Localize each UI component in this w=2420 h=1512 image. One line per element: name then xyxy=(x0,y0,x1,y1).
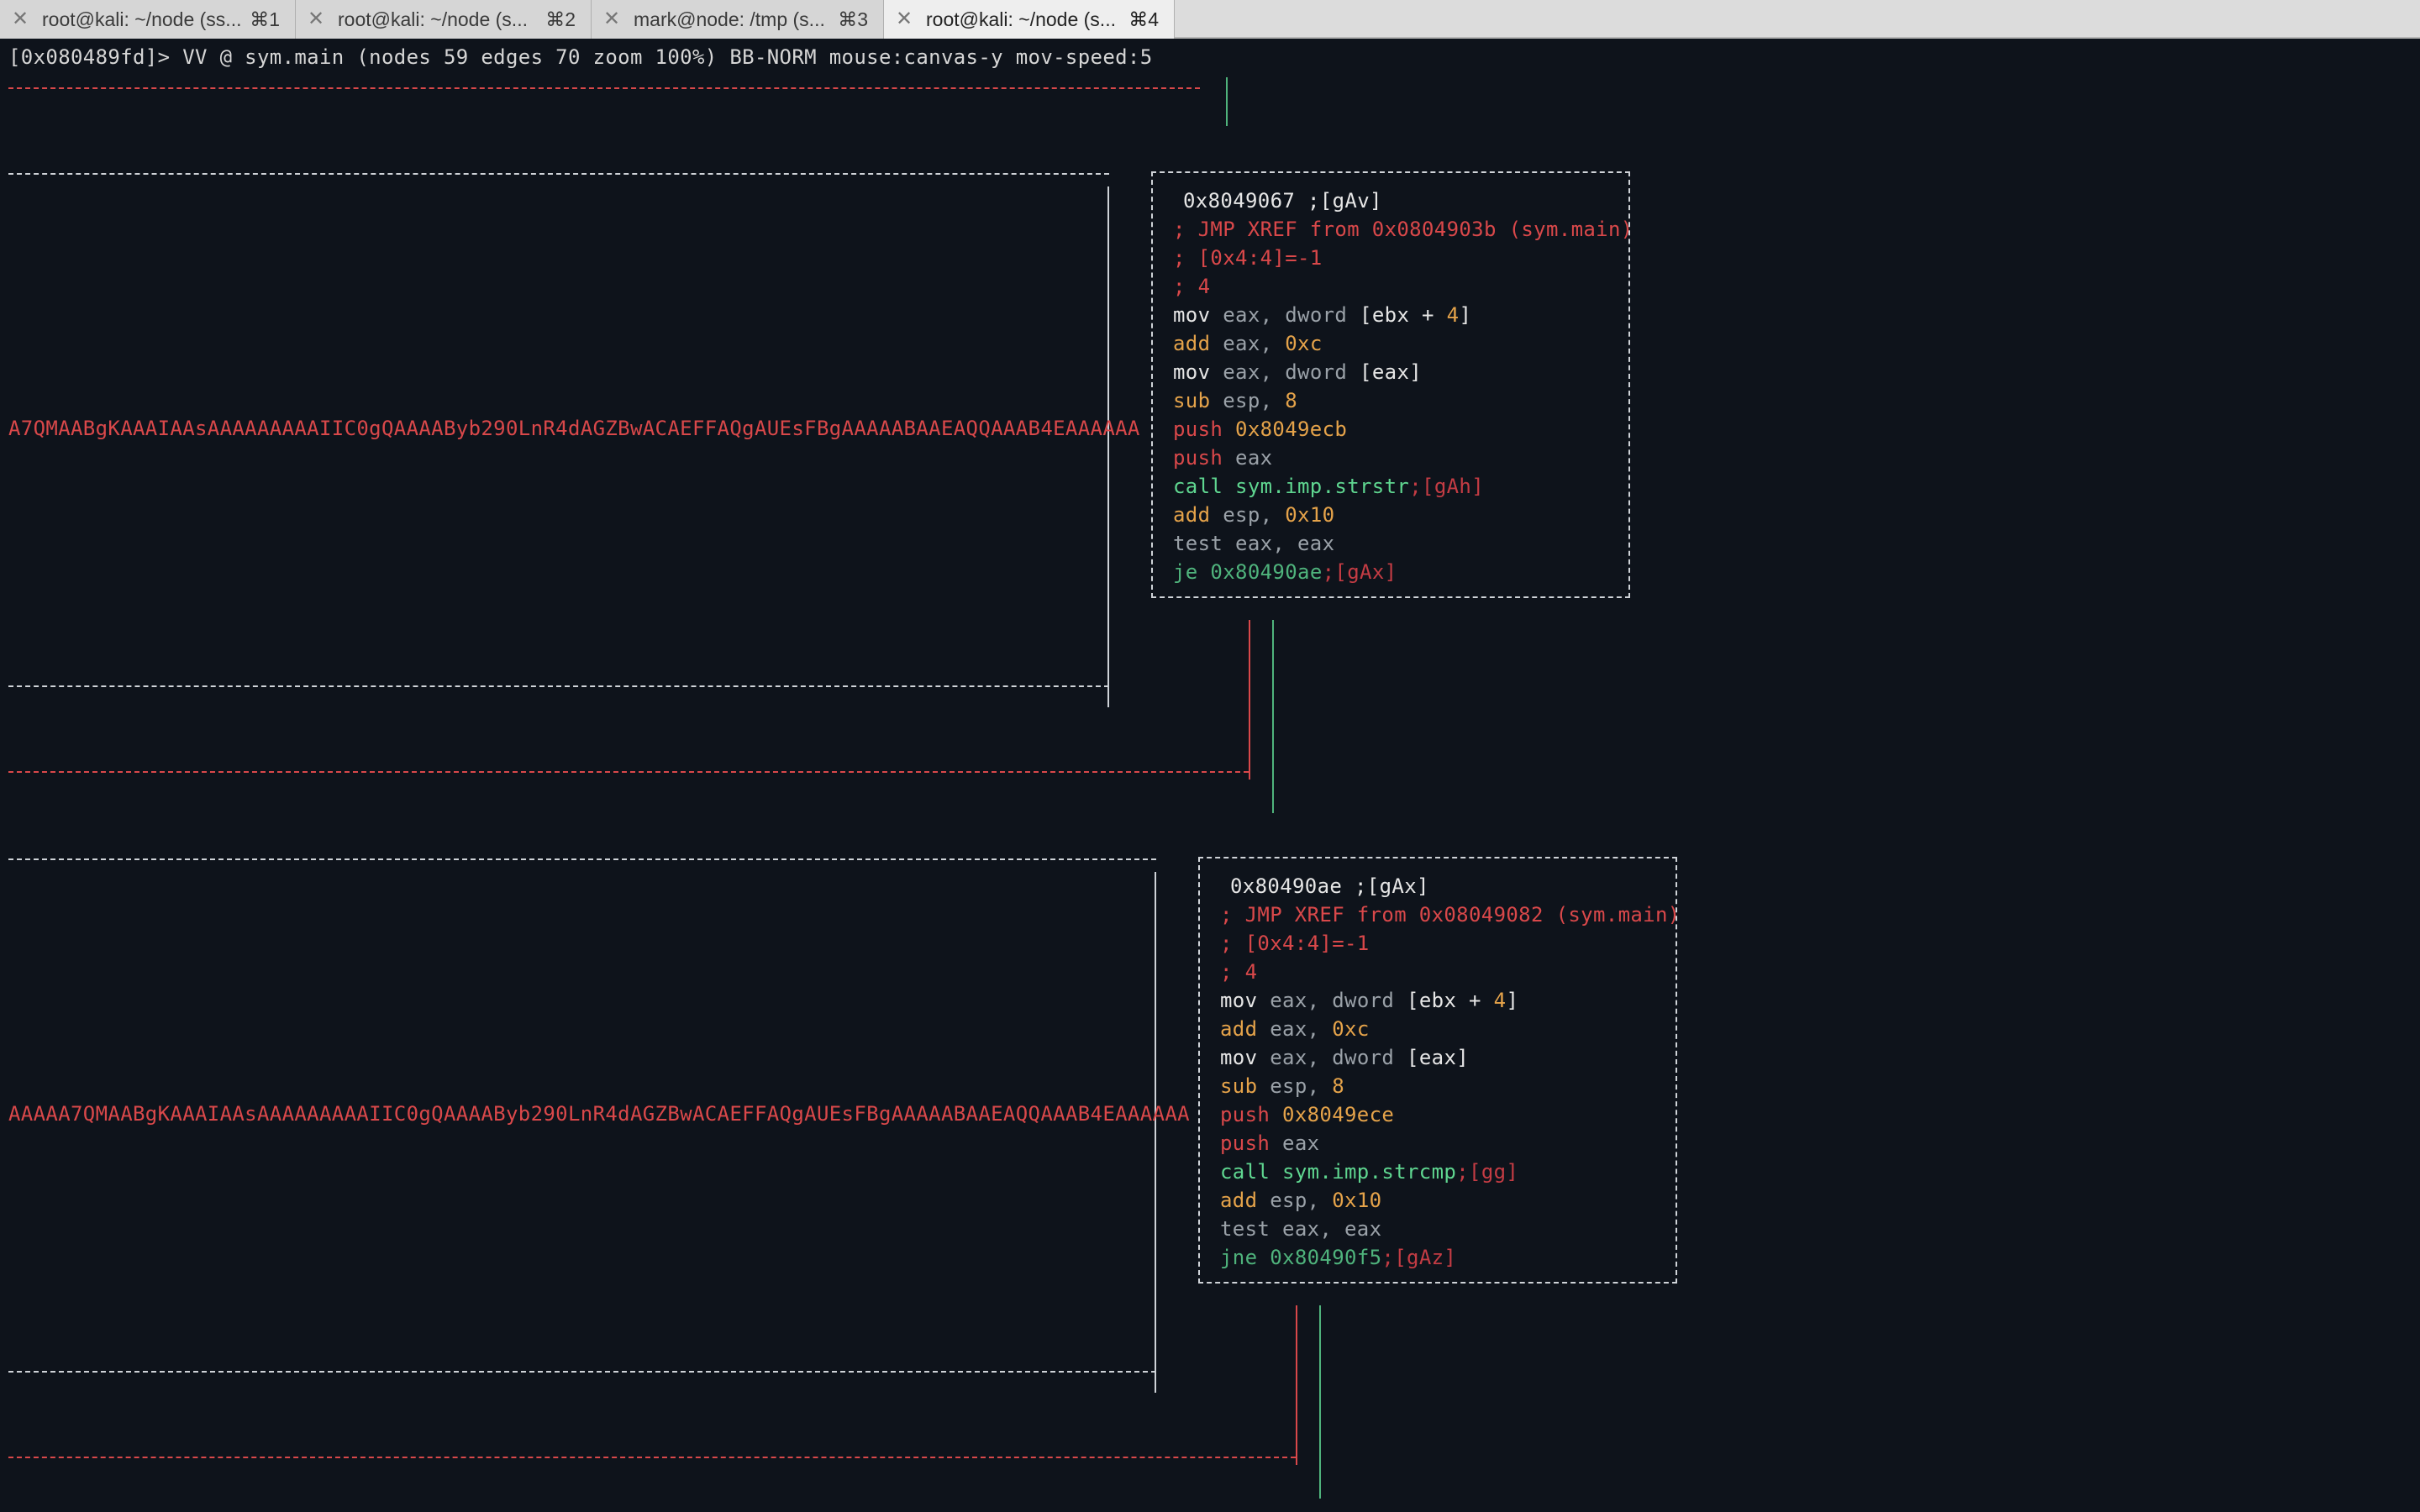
edge-red xyxy=(8,1457,1296,1458)
instruction: push 0x8049ece xyxy=(1220,1103,1395,1126)
instruction: mov eax, dword [ebx + 4] xyxy=(1173,303,1472,327)
instruction: call sym.imp.strcmp;[gg] xyxy=(1220,1160,1519,1184)
instruction: mov eax, dword [eax] xyxy=(1220,1046,1470,1069)
edge-green xyxy=(1319,1305,1321,1499)
close-icon[interactable]: ✕ xyxy=(308,0,324,39)
instruction: push 0x8049ecb xyxy=(1173,417,1348,441)
instruction: push eax xyxy=(1173,446,1273,470)
edge-green xyxy=(1272,620,1274,813)
node-string-1[interactable]: A7QMAABgKAAAIAAsAAAAAAAAAIIC0gQAAAAByb29… xyxy=(8,414,1140,443)
instruction: mov eax, dword [eax] xyxy=(1173,360,1423,384)
instruction: add esp, 0x10 xyxy=(1220,1189,1382,1212)
tab-shortcut: ⌘1 xyxy=(250,8,280,30)
status-line: [0x080489fd]> VV @ sym.main (nodes 59 ed… xyxy=(8,45,1153,69)
block-address: 0x80490ae ;[gAx] xyxy=(1230,874,1429,898)
instruction: test eax, eax xyxy=(1173,532,1335,555)
block-comment: ; [0x4:4]=-1 xyxy=(1220,932,1370,955)
block-comment: ; [0x4:4]=-1 xyxy=(1173,246,1323,270)
instruction: test eax, eax xyxy=(1220,1217,1382,1241)
block-comment: ; 4 xyxy=(1173,275,1211,298)
node-border xyxy=(8,173,1109,175)
tab-label: root@kali: ~/node (s... xyxy=(338,8,528,30)
tab-shortcut: ⌘4 xyxy=(1128,8,1159,30)
tab-1[interactable]: ✕ root@kali: ~/node (ss... ⌘1 xyxy=(0,0,296,39)
instruction: sub esp, 8 xyxy=(1173,389,1298,412)
instruction: jne 0x80490f5;[gAz] xyxy=(1220,1246,1457,1269)
terminal-canvas[interactable]: [0x080489fd]> VV @ sym.main (nodes 59 ed… xyxy=(0,39,2420,1512)
instruction: mov eax, dword [ebx + 4] xyxy=(1220,989,1519,1012)
tab-shortcut: ⌘3 xyxy=(838,8,868,30)
tab-label: root@kali: ~/node (s... xyxy=(926,8,1116,30)
tab-4[interactable]: ✕ root@kali: ~/node (s... ⌘4 xyxy=(884,0,1175,39)
node-border xyxy=(1155,872,1156,1393)
tab-shortcut: ⌘2 xyxy=(545,8,576,30)
instruction: add eax, 0xc xyxy=(1173,332,1323,355)
tab-label: mark@node: /tmp (s... xyxy=(634,8,825,30)
block-xref: ; JMP XREF from 0x08049082 (sym.main) xyxy=(1220,903,1681,927)
instruction: add esp, 0x10 xyxy=(1173,503,1335,527)
edge-red xyxy=(8,87,1200,89)
tab-label: root@kali: ~/node (ss... xyxy=(42,8,242,30)
edge-red xyxy=(8,771,1249,773)
close-icon[interactable]: ✕ xyxy=(896,0,913,39)
instruction: push eax xyxy=(1220,1131,1320,1155)
instruction: je 0x80490ae;[gAx] xyxy=(1173,560,1397,584)
node-border xyxy=(8,858,1156,860)
edge-green xyxy=(1226,77,1228,126)
block-comment: ; 4 xyxy=(1220,960,1258,984)
instruction: sub esp, 8 xyxy=(1220,1074,1345,1098)
node-border xyxy=(8,685,1109,687)
tab-3[interactable]: ✕ mark@node: /tmp (s... ⌘3 xyxy=(592,0,884,39)
block-xref: ; JMP XREF from 0x0804903b (sym.main) xyxy=(1173,218,1634,241)
instruction: add eax, 0xc xyxy=(1220,1017,1370,1041)
instruction: call sym.imp.strstr;[gAh] xyxy=(1173,475,1485,498)
block-address: 0x8049067 ;[gAv] xyxy=(1183,189,1382,213)
node-string-2[interactable]: AAAAA7QMAABgKAAAIAAsAAAAAAAAAIIC0gQAAAAB… xyxy=(8,1100,1190,1128)
close-icon[interactable]: ✕ xyxy=(12,0,29,39)
node-border xyxy=(8,1371,1156,1373)
edge-red xyxy=(1296,1305,1297,1465)
edge-red xyxy=(1249,620,1250,780)
node-border xyxy=(1107,186,1109,707)
close-icon[interactable]: ✕ xyxy=(603,0,620,39)
tab-bar: ✕ root@kali: ~/node (ss... ⌘1 ✕ root@kal… xyxy=(0,0,2420,39)
tab-2[interactable]: ✕ root@kali: ~/node (s... ⌘2 xyxy=(296,0,592,39)
